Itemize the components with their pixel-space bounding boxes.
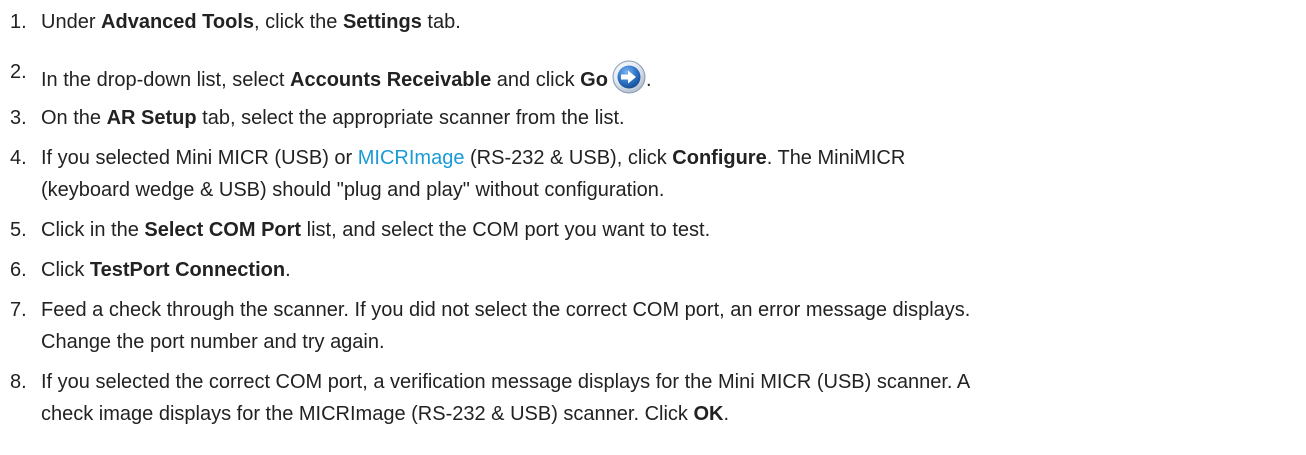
step-number: 6. [10, 259, 27, 281]
step-text: Under Advanced Tools, click the Settings… [41, 11, 461, 33]
go-arrow-icon [612, 60, 646, 94]
button-name-testport-connection: TestPort Connection [89, 259, 286, 281]
tab-name-settings: Settings [342, 11, 422, 33]
step-text: Click TestPort Connection. [41, 259, 291, 281]
step-text: In the drop-down list, select Accounts R… [41, 60, 652, 94]
step-number: 5. [10, 219, 27, 241]
step-text: Feed a check through the scanner. If you… [41, 299, 971, 321]
step-number: 3. [10, 107, 27, 129]
button-name-configure: Configure [672, 147, 767, 169]
step-text-continued: check image displays for the MICRImage (… [41, 403, 730, 425]
step-text: If you selected the correct COM port, a … [41, 371, 971, 393]
go-label: Go [580, 69, 608, 91]
button-name-ok: OK [693, 403, 724, 425]
step-number: 1. [10, 11, 27, 33]
field-name-select-com-port: Select COM Port [144, 219, 302, 241]
step-text: If you selected Mini MICR (USB) or MICRI… [41, 147, 906, 169]
step-text: Click in the Select COM Port list, and s… [41, 219, 711, 241]
instruction-steps: 1. Under Advanced Tools, click the Setti… [0, 0, 1306, 455]
step-text-continued: Change the port number and try again. [41, 331, 385, 353]
micrimage-link[interactable]: MICRImage [358, 147, 465, 169]
tab-name-ar-setup: AR Setup [106, 107, 197, 129]
step-number: 2. [10, 61, 27, 83]
step-number: 4. [10, 147, 27, 169]
step-text: On the AR Setup tab, select the appropri… [41, 107, 625, 129]
option-accounts-receivable: Accounts Receivable [290, 69, 492, 91]
step-text-continued: (keyboard wedge & USB) should "plug and … [41, 179, 665, 201]
step-number: 7. [10, 299, 27, 321]
step-number: 8. [10, 371, 27, 393]
menu-name-advanced-tools: Advanced Tools [101, 11, 255, 33]
